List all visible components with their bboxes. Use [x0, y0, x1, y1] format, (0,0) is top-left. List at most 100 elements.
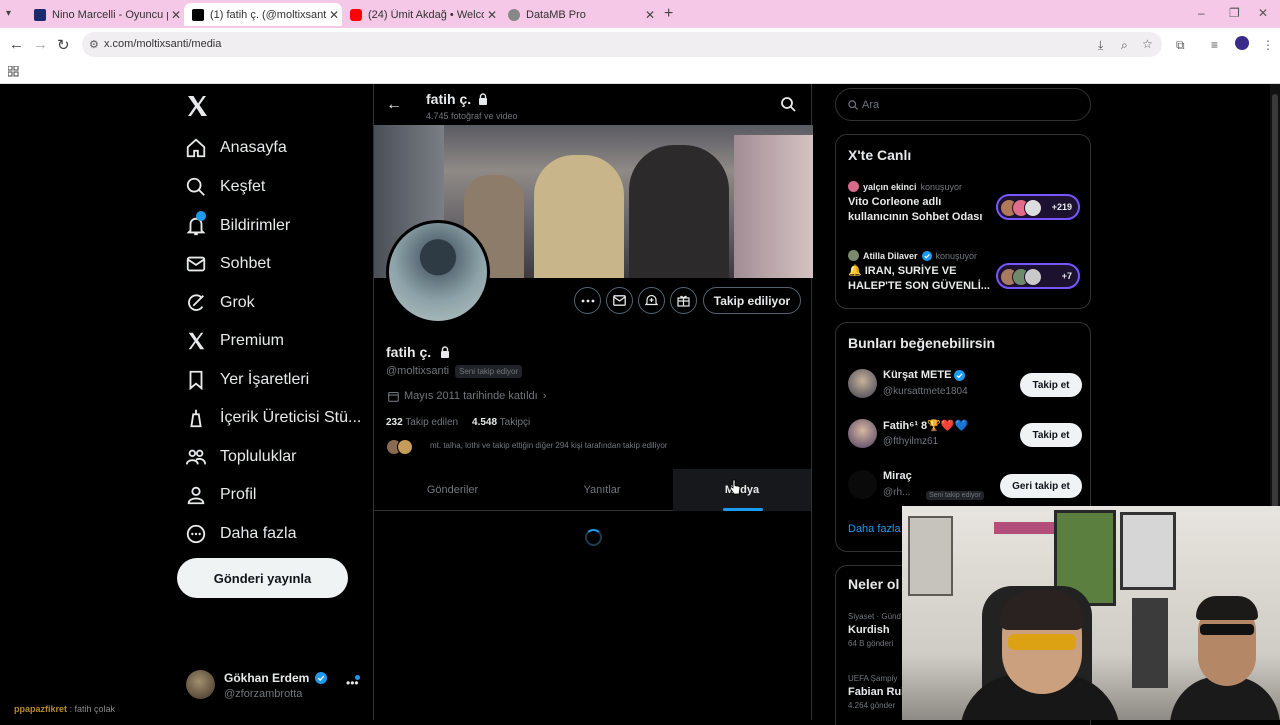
nav-bookmarks[interactable]: Yer İşaretleri — [185, 367, 309, 393]
tab-close-icon[interactable]: ✕ — [168, 8, 184, 22]
nav-communities[interactable]: Topluluklar — [185, 444, 296, 470]
suggested-user[interactable]: Fatih⁶¹ 8🏆❤️💙 @fthyilmz61 Takip et — [848, 417, 1082, 453]
forward-icon[interactable]: → — [33, 36, 48, 53]
subscribe-button[interactable] — [638, 287, 665, 314]
person-hair — [1000, 590, 1084, 630]
shelf — [1132, 598, 1168, 688]
trend-item[interactable]: UEFA Şampiy Fabian Rui 4.264 gönder — [848, 674, 904, 710]
browser-tab[interactable]: (24) Ümit Akdağ • Welcome To ✕ — [342, 3, 500, 26]
live-listeners-pill[interactable]: +7 — [996, 263, 1080, 289]
search-icon — [186, 177, 205, 196]
following-button[interactable]: Takip ediliyor — [703, 287, 801, 314]
following-label: Takip edilen — [405, 417, 459, 428]
grok-icon — [188, 294, 204, 311]
avatar — [848, 250, 859, 261]
show-more-link[interactable]: Daha fazla — [848, 523, 901, 535]
nav-creator-studio[interactable]: İçerik Üreticisi Stü... — [185, 405, 361, 431]
browser-tab[interactable]: Nino Marcelli - Oyuncu profili 2 ✕ — [26, 3, 184, 26]
follow-button[interactable]: Takip et — [1020, 373, 1082, 397]
following-link[interactable]: 232 Takip edilen — [386, 417, 458, 428]
install-icon[interactable]: ⤓ — [1098, 38, 1103, 53]
person-glasses — [1008, 634, 1076, 650]
nav-explore[interactable]: Keşfet — [185, 174, 265, 200]
trend-count: 4.264 gönder — [848, 701, 896, 710]
search-profile-icon[interactable] — [780, 96, 796, 112]
host-name: Atilla Dilaver — [863, 250, 918, 261]
tab-close-icon[interactable]: ✕ — [642, 8, 658, 22]
close-window-icon[interactable]: ✕ — [1258, 6, 1268, 20]
header-profile-name: fatih ç. — [426, 91, 488, 107]
tab-search-icon[interactable]: ▾ — [6, 8, 11, 19]
chat-text: : fatih çolak — [69, 704, 116, 714]
tab-title: DataMB Pro — [526, 8, 586, 21]
nav-label: Grok — [220, 294, 255, 311]
url-text: x.com/moltixsanti/media — [104, 38, 222, 50]
reload-icon[interactable]: ↻ — [57, 36, 70, 54]
follow-button[interactable]: Takip et — [1020, 423, 1082, 447]
account-switcher[interactable]: Gökhan Erdem @zforzambrotta ••• — [186, 670, 364, 704]
nav-label: İçerik Üreticisi Stü... — [220, 409, 362, 426]
avatar — [1024, 268, 1042, 286]
followers-link[interactable]: 4.548 Takipçi — [472, 417, 530, 428]
nav-home[interactable]: Anasayfa — [185, 135, 287, 161]
verified-badge-icon — [921, 250, 932, 261]
media-icon[interactable]: ≡ — [1211, 38, 1218, 52]
apps-grid-icon[interactable] — [8, 66, 19, 77]
minimize-icon[interactable]: – — [1198, 6, 1205, 20]
gift-button[interactable] — [670, 287, 697, 314]
known-followers[interactable]: mt. talha, lothi ve takip ettiğin diğer … — [386, 439, 806, 455]
zoom-icon[interactable]: ⌕ — [1121, 38, 1128, 53]
follow-back-button[interactable]: Geri takip et — [1000, 474, 1082, 498]
follows-you-badge: Seni takip ediyor — [455, 365, 523, 378]
star-icon[interactable]: ☆ — [1142, 37, 1153, 51]
suggested-user-name: Miraç — [883, 470, 912, 482]
browser-tab-active[interactable]: (1) fatih ç. (@moltixsanti) / X ✕ — [184, 3, 342, 26]
tab-posts[interactable]: Gönderiler — [374, 469, 531, 511]
message-button[interactable] — [606, 287, 633, 314]
live-space-item[interactable]: Atilla Dilaver konuşuyor 🔔 IRAN, SURİYE … — [848, 250, 1086, 300]
tab-close-icon[interactable]: ✕ — [484, 8, 500, 22]
address-bar[interactable]: ⚙ x.com/moltixsanti/media ⤓ ⌕ ☆ — [82, 32, 1162, 57]
extensions-icon[interactable]: ⧉ — [1176, 38, 1185, 53]
tab-close-icon[interactable]: ✕ — [326, 8, 342, 22]
bookmarks-bar — [0, 61, 1280, 84]
nav-more[interactable]: Daha fazla — [185, 521, 297, 547]
nav-profile[interactable]: Profil — [185, 482, 256, 508]
follow-stats: 232 Takip edilen 4.548 Takipçi — [386, 417, 530, 428]
stream-chat-message: ppapazfikret : fatih çolak — [14, 704, 115, 714]
menu-icon[interactable]: ⋮ — [1262, 38, 1274, 52]
tab-title: (1) fatih ç. (@moltixsanti) / X — [210, 8, 326, 21]
more-actions-button[interactable] — [574, 287, 601, 314]
left-navigation: Anasayfa Keşfet Bildirimler Sohbet Grok … — [0, 84, 373, 720]
unread-dot — [355, 675, 360, 680]
trend-item[interactable]: Siyaset · Günd Kurdish 64 B gönderi — [848, 612, 901, 648]
who-to-follow-title: Bunları beğenebilirsin — [848, 335, 996, 351]
site-info-icon[interactable]: ⚙ — [89, 38, 99, 51]
account-name-text: Gökhan Erdem — [224, 671, 310, 685]
live-listeners-pill[interactable]: +219 — [996, 194, 1080, 220]
tab-replies[interactable]: Yanıtlar — [531, 469, 673, 511]
chevron-right-icon[interactable]: › — [543, 390, 547, 402]
suggested-user[interactable]: Kürşat METE @kursattmete1804 Takip et — [848, 367, 1082, 403]
suggested-user[interactable]: Miraç @rh... Seni takip ediyor Geri taki… — [848, 468, 1082, 504]
live-card-title: X'te Canlı — [848, 147, 912, 163]
live-space-item[interactable]: yalçın ekinci konuşuyor Vito Corleone ad… — [848, 181, 1086, 231]
nav-chat[interactable]: Sohbet — [185, 251, 271, 277]
back-arrow-icon[interactable]: ← — [386, 96, 402, 114]
profile-avatar-icon[interactable] — [1235, 36, 1249, 50]
avatar — [848, 419, 877, 448]
tab-media[interactable]: Medya — [673, 469, 811, 511]
browser-tab[interactable]: DataMB Pro ✕ — [500, 3, 658, 26]
nav-grok[interactable]: Grok — [185, 290, 255, 316]
x-logo-icon[interactable] — [185, 94, 209, 118]
nav-premium[interactable]: Premium — [185, 328, 284, 354]
new-tab-icon[interactable]: + — [664, 5, 673, 23]
post-button[interactable]: Gönderi yayınla — [177, 558, 348, 598]
profile-avatar[interactable] — [386, 220, 490, 324]
suggested-user-name: Kürşat METE — [883, 369, 966, 381]
gift-icon — [677, 295, 690, 307]
x-favicon — [192, 8, 204, 21]
maximize-icon[interactable]: ❐ — [1229, 6, 1240, 20]
back-icon[interactable]: ← — [9, 36, 24, 53]
search-input[interactable]: Ara — [835, 88, 1091, 121]
